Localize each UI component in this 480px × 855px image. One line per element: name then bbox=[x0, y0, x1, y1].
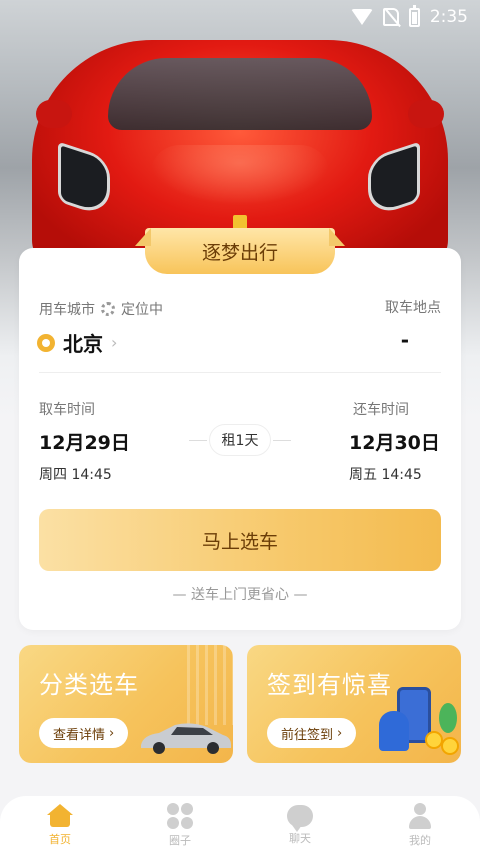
promo-title: 签到有惊喜 bbox=[267, 671, 392, 699]
nav-home[interactable]: 首页 bbox=[20, 804, 100, 847]
locate-text: 定位中 bbox=[121, 302, 163, 318]
return-time[interactable]: 周五 14:45 bbox=[349, 464, 422, 484]
car-hood bbox=[150, 145, 330, 205]
city-label: 用车城市 bbox=[39, 302, 95, 318]
chevron-right-icon: › bbox=[109, 725, 115, 741]
pickup-location-label: 取车地点 bbox=[385, 300, 441, 316]
nav-label: 我的 bbox=[409, 834, 431, 847]
nav-profile[interactable]: 我的 bbox=[380, 803, 460, 848]
select-car-button[interactable]: 马上选车 bbox=[39, 509, 441, 571]
chevron-right-icon: › bbox=[111, 333, 118, 352]
plant-illustration bbox=[439, 703, 457, 733]
days-divider-left bbox=[189, 440, 207, 441]
wifi-icon bbox=[350, 9, 373, 25]
view-details-button[interactable]: 查看详情 › bbox=[39, 718, 129, 748]
status-bar: 2:35 bbox=[0, 0, 480, 34]
go-check-in-button[interactable]: 前往签到 › bbox=[267, 718, 357, 748]
locating-icon bbox=[101, 302, 115, 316]
pickup-location-value[interactable]: - bbox=[401, 328, 409, 352]
chevron-right-icon: › bbox=[337, 725, 343, 741]
divider bbox=[39, 372, 441, 373]
coin-illustration bbox=[441, 737, 459, 755]
car-windshield bbox=[108, 58, 372, 130]
pickup-date[interactable]: 12月29日 bbox=[39, 428, 130, 455]
pickup-time-label: 取车时间 bbox=[39, 402, 95, 418]
slogan-text: — 送车上门更省心 — bbox=[172, 587, 308, 603]
card-tab-title: 逐梦出行 bbox=[145, 228, 335, 274]
city-value: 北京 bbox=[63, 332, 103, 356]
nav-label: 聊天 bbox=[289, 832, 311, 845]
battery-icon bbox=[408, 4, 420, 27]
return-date[interactable]: 12月30日 bbox=[349, 428, 440, 455]
city-selector[interactable]: 北京 › bbox=[37, 328, 117, 357]
return-time-label: 还车时间 bbox=[353, 402, 409, 418]
bottom-navigation: 首页 圈子 聊天 我的 bbox=[0, 796, 480, 855]
location-pin-icon bbox=[37, 333, 55, 352]
chat-icon bbox=[287, 805, 313, 832]
view-details-label: 查看详情 bbox=[53, 727, 106, 743]
nav-circle[interactable]: 圈子 bbox=[140, 803, 220, 848]
nav-chat[interactable]: 聊天 bbox=[260, 805, 340, 846]
days-divider-right bbox=[273, 440, 291, 441]
person-illustration bbox=[379, 711, 409, 751]
silver-car-illustration bbox=[141, 723, 231, 754]
home-icon bbox=[47, 804, 73, 828]
pickup-time[interactable]: 周四 14:45 bbox=[39, 464, 112, 484]
city-selector-label[interactable]: 用车城市 定位中 bbox=[39, 299, 163, 319]
nav-label: 圈子 bbox=[169, 834, 191, 847]
no-sim-icon bbox=[382, 8, 399, 26]
nav-label: 首页 bbox=[49, 833, 71, 846]
status-time: 2:35 bbox=[429, 7, 468, 27]
rent-days-badge: 租1天 bbox=[209, 424, 271, 456]
building-illustration bbox=[187, 645, 233, 725]
promo-category-select[interactable]: 分类选车 查看详情 › bbox=[19, 645, 233, 763]
circle-icon bbox=[167, 803, 193, 829]
go-check-in-label: 前往签到 bbox=[281, 727, 334, 743]
promo-title: 分类选车 bbox=[39, 671, 139, 699]
user-icon bbox=[407, 803, 433, 829]
booking-card: 用车城市 定位中 取车地点 北京 › - 取车时间 还车时间 12月29日 12… bbox=[19, 248, 461, 630]
car-mirror-right bbox=[408, 100, 444, 128]
car-mirror-left bbox=[36, 100, 72, 128]
promo-check-in[interactable]: 签到有惊喜 前往签到 › bbox=[247, 645, 461, 763]
